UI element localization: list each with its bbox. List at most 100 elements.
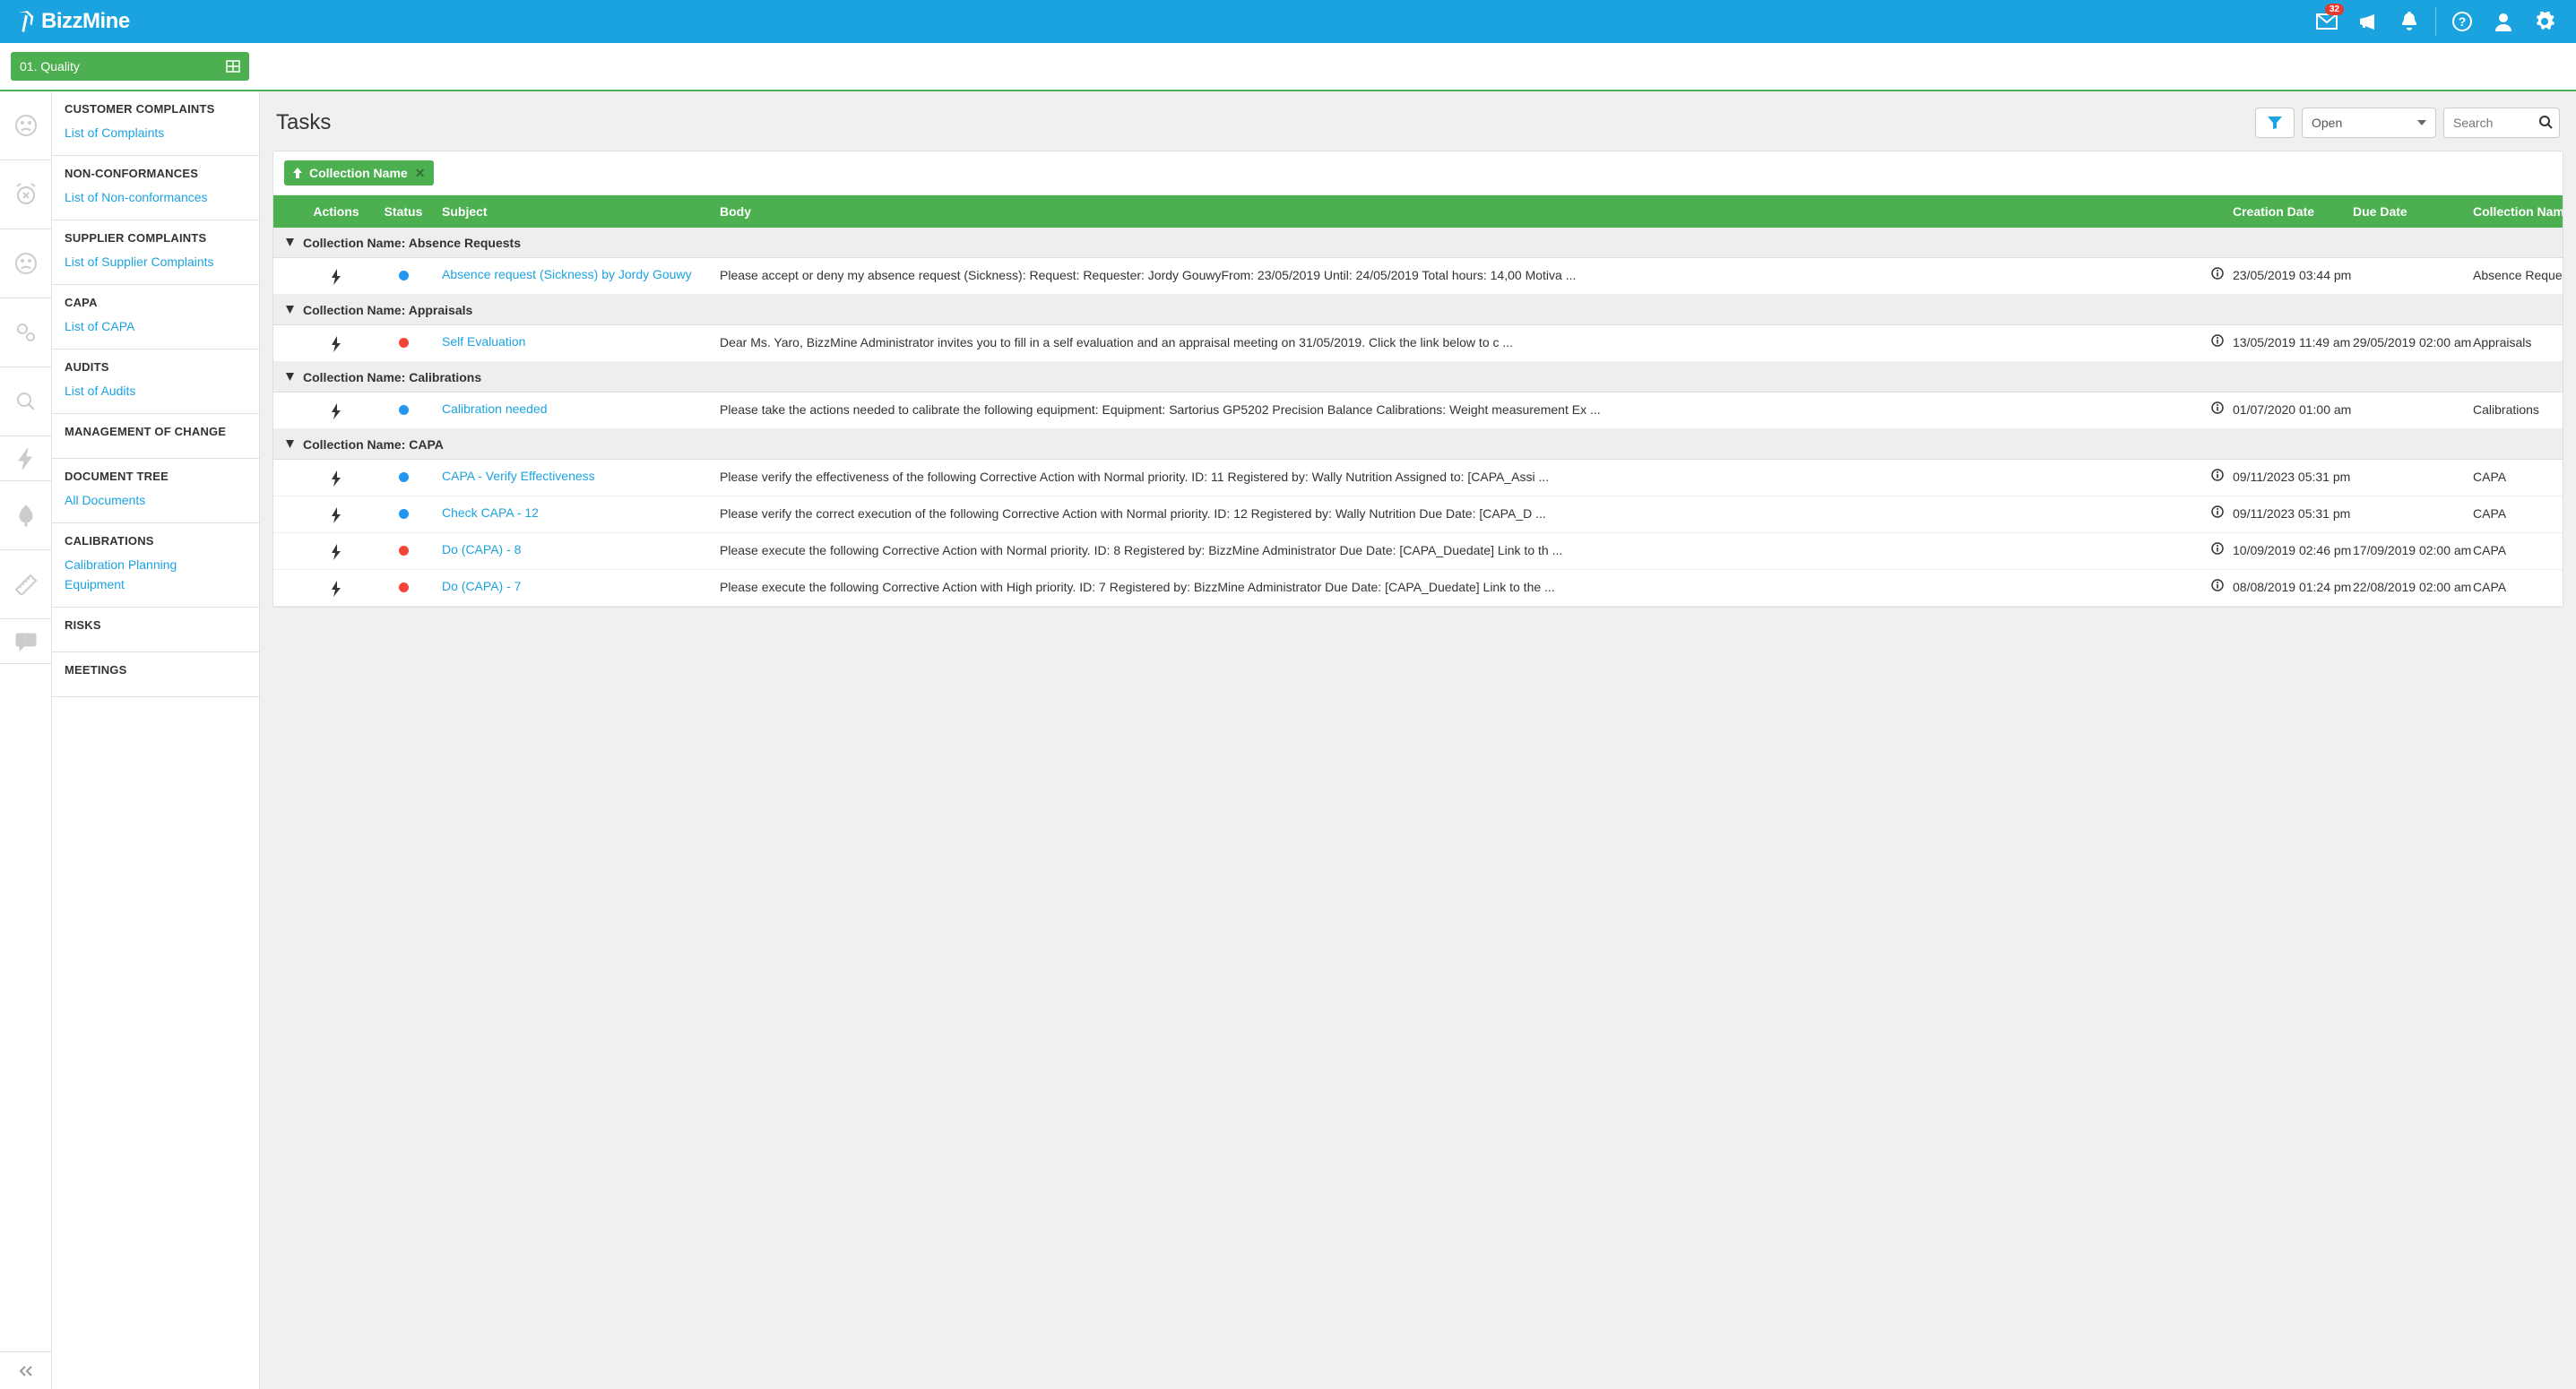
collection-name: CAPA (2473, 579, 2563, 596)
group-by-chip[interactable]: Collection Name ✕ (284, 160, 434, 185)
sidebar-icon-calibrations[interactable] (0, 550, 51, 619)
info-icon[interactable] (2211, 334, 2224, 351)
nav-link[interactable]: Calibration Planning (65, 555, 246, 574)
body-text: Please verify the correct execution of t… (720, 506, 1546, 521)
subject-link[interactable]: Do (CAPA) - 8 (442, 542, 521, 556)
subject-link[interactable]: Self Evaluation (442, 334, 525, 349)
workspace-selector[interactable]: 01. Quality (11, 52, 249, 81)
workspace-switch-icon (226, 60, 240, 73)
chat-alert-icon: ! (15, 632, 37, 651)
subject-link[interactable]: Calibration needed (442, 401, 548, 416)
sidebar-collapse-button[interactable] (0, 1351, 51, 1389)
status-dot (399, 405, 409, 415)
group-header[interactable]: Collection Name: Absence Requests (273, 228, 2563, 258)
envelope-icon (2316, 13, 2338, 30)
group-label: Collection Name: CAPA (303, 437, 444, 452)
group-by-remove[interactable]: ✕ (415, 166, 426, 181)
creation-date: 09/11/2023 05:31 pm (2233, 505, 2353, 522)
group-label: Collection Name: Calibrations (303, 370, 481, 384)
help-button[interactable]: ? (2442, 0, 2483, 43)
group-header[interactable]: Collection Name: Appraisals (273, 295, 2563, 325)
sidebar-icon-doctree[interactable] (0, 481, 51, 550)
sidebar-icon-risks[interactable]: ! (0, 619, 51, 664)
row-action[interactable] (300, 469, 372, 487)
nav-link[interactable]: List of CAPA (65, 316, 246, 336)
collection-name: Calibrations (2473, 401, 2563, 418)
row-action[interactable] (300, 542, 372, 560)
table-row[interactable]: CAPA - Verify EffectivenessPlease verify… (273, 460, 2563, 496)
sidebar-icon-capa[interactable] (0, 298, 51, 367)
info-icon[interactable] (2211, 505, 2224, 522)
table-row[interactable]: Check CAPA - 12 Please verify the correct… (273, 496, 2563, 533)
brand-logo[interactable]: BizzMine (16, 9, 130, 34)
table-row[interactable]: Do (CAPA) - 8 Please execute the followin… (273, 533, 2563, 570)
nav-link[interactable]: List of Supplier Complaints (65, 252, 246, 272)
user-button[interactable] (2483, 0, 2524, 43)
nav-link[interactable]: List of Complaints (65, 123, 246, 142)
table-row[interactable]: Calibration neededPlease take the action… (273, 393, 2563, 429)
collection-name: CAPA (2473, 469, 2563, 486)
col-creation-date[interactable]: Creation Date (2233, 204, 2353, 219)
info-icon[interactable] (2211, 267, 2224, 284)
magnifier-icon (14, 390, 38, 413)
notifications-button[interactable] (2389, 0, 2430, 43)
topbar-separator (2435, 7, 2436, 36)
workspace-label: 01. Quality (20, 59, 80, 73)
info-icon[interactable] (2211, 469, 2224, 486)
col-actions[interactable]: Actions (300, 204, 372, 219)
user-icon (2494, 12, 2512, 31)
col-body[interactable]: Body (713, 204, 2233, 219)
subject-link[interactable]: Check CAPA - 12 (442, 505, 539, 520)
body-text: Please execute the following Corrective … (720, 543, 1562, 557)
row-action[interactable] (300, 505, 372, 523)
filter-button[interactable] (2255, 108, 2295, 138)
sidebar-icon-nonconformances[interactable] (0, 160, 51, 229)
group-header[interactable]: Collection Name: CAPA (273, 429, 2563, 460)
sidebar-icon-moc[interactable] (0, 436, 51, 481)
nav-link[interactable]: List of Non-conformances (65, 187, 246, 207)
info-icon[interactable] (2211, 542, 2224, 559)
col-collection-name[interactable]: Collection Nam (2473, 204, 2563, 219)
table-row[interactable]: Do (CAPA) - 7 Please execute the followin… (273, 570, 2563, 607)
col-due-date[interactable]: Due Date (2353, 204, 2473, 219)
info-icon[interactable] (2211, 401, 2224, 418)
col-status[interactable]: Status (372, 204, 435, 219)
nav-link[interactable]: List of Audits (65, 381, 246, 401)
status-dot (399, 582, 409, 592)
sidebar-icon-audits[interactable] (0, 367, 51, 436)
brand-text: BizzMine (41, 9, 130, 34)
subject-link[interactable]: Do (CAPA) - 7 (442, 579, 521, 593)
nav-link[interactable]: Equipment (65, 574, 246, 594)
subject-link[interactable]: CAPA - Verify Effectiveness (442, 469, 595, 483)
sidebar-icon-complaints[interactable] (0, 91, 51, 160)
nav-section: MEETINGS (52, 652, 259, 697)
nav-section-title: RISKS (65, 618, 246, 632)
col-subject[interactable]: Subject (435, 204, 713, 219)
table-row[interactable]: Self EvaluationDear Ms. Yaro, BizzMine A… (273, 325, 2563, 362)
due-date: 17/09/2019 02:00 am (2353, 542, 2473, 559)
nav-section: AUDITSList of Audits (52, 349, 259, 414)
nav-link[interactable]: All Documents (65, 490, 246, 510)
info-icon[interactable] (2211, 579, 2224, 596)
creation-date: 23/05/2019 03:44 pm (2233, 267, 2353, 284)
messages-button[interactable]: 32 (2306, 0, 2347, 43)
creation-date: 09/11/2023 05:31 pm (2233, 469, 2353, 486)
sidebar-icon-supplier[interactable] (0, 229, 51, 298)
status-dot (399, 472, 409, 482)
settings-button[interactable] (2524, 0, 2565, 43)
subject-link[interactable]: Absence request (Sickness) by Jordy Gouw… (442, 267, 692, 281)
group-label: Collection Name: Absence Requests (303, 236, 521, 250)
table-row[interactable]: Absence request (Sickness) by Jordy Gouw… (273, 258, 2563, 295)
group-header[interactable]: Collection Name: Calibrations (273, 362, 2563, 393)
row-action[interactable] (300, 267, 372, 285)
status-filter-dropdown[interactable]: Open (2302, 108, 2436, 138)
body-text: Please execute the following Corrective … (720, 580, 1555, 594)
row-action[interactable] (300, 334, 372, 352)
announcements-button[interactable] (2347, 0, 2389, 43)
gear-icon (2535, 12, 2554, 31)
nav-section: DOCUMENT TREEAll Documents (52, 459, 259, 523)
row-action[interactable] (300, 579, 372, 597)
row-action[interactable] (300, 401, 372, 419)
table-header: Actions Status Subject Body Creation Dat… (273, 195, 2563, 228)
nav-section: SUPPLIER COMPLAINTSList of Supplier Comp… (52, 220, 259, 285)
